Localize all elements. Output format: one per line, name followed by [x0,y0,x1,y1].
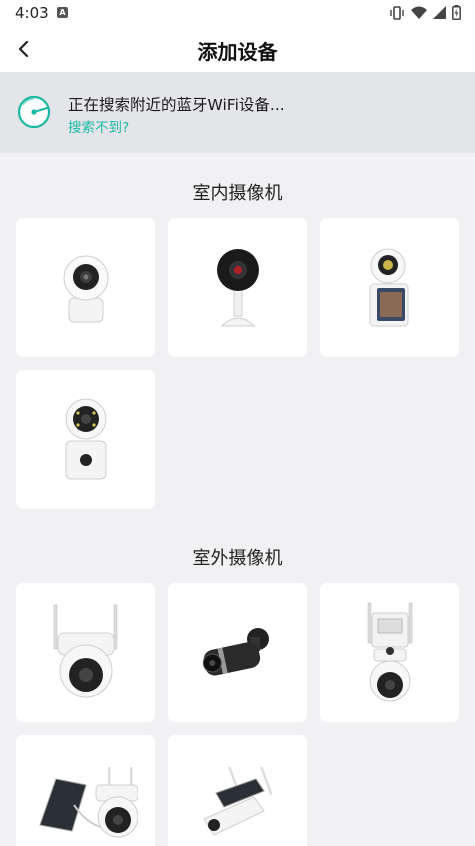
outdoor-ptz-camera-icon [53,604,117,697]
section-title-indoor: 室内摄像机 [192,183,283,204]
status-bar: 4:03 A [0,0,475,26]
scan-status-text: 正在搜索附近的蓝牙WiFi设备... [68,96,285,114]
solar-bullet-camera-icon [202,767,273,836]
ptz-dome-camera-icon [63,255,108,322]
device-card-ptz-dome[interactable] [16,218,155,357]
signal-icon [433,6,446,19]
device-card-outdoor-ptz[interactable] [16,583,155,722]
device-card-dual-dome[interactable] [16,370,155,509]
app-bar: 添加设备 [0,26,475,72]
device-card-dual-outdoor-ptz[interactable] [320,583,459,722]
device-card-solar-ptz[interactable] [16,735,155,846]
bullet-camera-icon [202,627,269,676]
device-card-solar-bullet[interactable] [168,735,307,846]
status-time: 4:03 [15,4,49,22]
a-icon: A [57,7,68,18]
battery-icon [452,5,461,20]
page-title: 添加设备 [197,40,278,64]
device-card-cube[interactable] [168,218,307,357]
section-title-outdoor: 室外摄像机 [192,548,283,569]
cannot-find-link[interactable]: 搜索不到? [68,116,129,136]
wifi-icon [411,6,427,19]
dual-lens-outdoor-ptz-camera-icon [367,602,412,701]
dual-lens-dome-camera-icon [65,398,106,479]
radar-scan-icon [17,95,51,129]
cube-camera-icon [216,248,259,326]
dual-lens-video-call-camera-icon [369,248,408,326]
status-icons [389,5,461,20]
solar-ptz-camera-icon [38,767,138,838]
vibrate-icon [390,5,404,20]
device-card-video-call[interactable] [320,218,459,357]
device-card-bullet[interactable] [168,583,307,722]
